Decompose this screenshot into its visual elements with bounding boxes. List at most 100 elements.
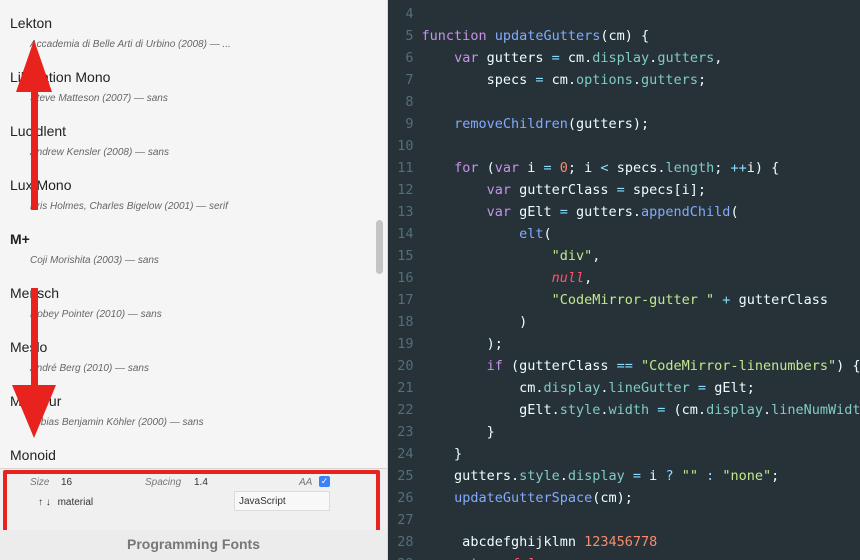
code-token: lineGutter [608,380,698,396]
line-number: 29 [388,553,413,560]
code-token: function [421,28,495,44]
line-number: 11 [397,160,414,176]
code-token: "CodeMirror-linenumbers" [641,358,837,374]
code-token: for [454,160,487,176]
size-value[interactable]: 16 [61,477,72,488]
app-title: Programming Fonts [0,530,387,560]
line-code: elt( [422,223,552,245]
line-code: } [422,421,495,443]
code-token: cm. [567,50,593,66]
font-list-item[interactable]: Liberation Mono Steve Matteson (2007) — s… [10,63,370,117]
line-code: ) [422,311,527,333]
code-token: specs [421,72,536,88]
code-token: display [706,402,763,418]
settings-panel: Size 16 Spacing 1.4 AA ✓ ↑ ↓ material Ja… [0,468,387,531]
code-token: updateGutters [494,28,601,44]
scroll-thumb[interactable] [376,220,383,274]
font-list-item[interactable]: Mensch Robey Pointer (2010) — sans [10,279,370,333]
line-number: 15 [397,248,414,264]
font-meta: Steve Matteson (2007) — sans [30,93,168,104]
font-list-scrollbar[interactable] [374,0,387,468]
code-token: display [543,380,601,396]
language-field[interactable]: JavaScript [234,491,330,511]
code-token: ; [771,468,780,484]
font-list-item[interactable]: Lucidlent Andrew Kensler (2008) — sans [10,117,370,171]
line-code: updateGutterSpace(cm); [422,487,633,509]
font-meta: Coji Morishita (2003) — sans [30,255,159,266]
code-token: ( [730,204,739,220]
font-meta: André Berg (2010) — sans [30,363,149,374]
code-token: var [454,50,487,66]
font-list: Lekton Accademia di Belle Arti di Urbino … [0,0,374,468]
code-token: var [486,204,520,220]
code-token: gutters [657,50,715,66]
line-number: 28 [397,534,414,550]
line-number: 25 [397,468,414,484]
app-window: Lekton Accademia di Belle Arti di Urbino … [0,0,860,560]
font-list-item[interactable]: Monofur Tobias Benjamin Köhler (2000) — s… [10,387,370,441]
spacing-value[interactable]: 1.4 [194,477,208,488]
code-token: 123456778 [584,534,658,550]
font-meta: Accademia di Belle Arti di Urbino (2008)… [30,39,231,50]
code-token: var [494,160,528,176]
code-token: : [706,468,723,484]
code-token: (gutters); [567,116,650,132]
aa-label: AA [299,477,313,488]
line-number: 19 [397,336,414,352]
code-token: = [559,204,576,220]
font-list-item[interactable]: Lekton Accademia di Belle Arti di Urbino … [10,9,370,63]
line-number: 12 [397,182,414,198]
font-list-item[interactable]: Meslo André Berg (2010) — sans [10,333,370,387]
font-sidebar: Lekton Accademia di Belle Arti di Urbino … [0,0,388,560]
line-number: 17 [397,292,414,308]
line-number: 13 [397,204,414,220]
code-token: gutters [641,72,698,88]
line-number: 16 [397,270,414,286]
font-list-item[interactable]: Monoid [10,441,370,468]
line-number: 5 [405,28,414,44]
code-token: (cm) { [600,28,650,44]
line-number: 14 [397,226,414,242]
font-list-item[interactable]: Lux Mono Kris Holmes, Charles Bigelow (20… [10,171,370,225]
code-token: = [616,182,633,198]
code-token: style [519,468,560,484]
theme-selector[interactable]: ↑ ↓ material [38,497,93,508]
code-token: gutters. [576,204,642,220]
font-meta: Robey Pointer (2010) — sans [30,309,162,320]
code-token: "CodeMirror-gutter " [551,292,715,308]
code-token: , [714,50,723,66]
code-token: appendChild [641,204,731,220]
code-token: = [551,50,568,66]
line-code: return false; [422,553,560,560]
line-number: 24 [397,446,414,462]
code-token: } [421,424,495,440]
font-name: Mensch [10,285,60,301]
line-code: } [422,443,462,465]
aa-checkbox[interactable]: ✓ [319,476,330,487]
line-code: for (var i = 0; i < specs.length; ++i) { [422,157,779,179]
code-token: gElt. [421,402,560,418]
code-token: . [559,468,568,484]
font-list-item[interactable]: M+ Coji Morishita (2003) — sans [10,225,370,279]
code-token: gElt; [714,380,755,396]
font-name: M+ [10,231,30,247]
code-token: ) { [836,358,860,374]
code-token: return [454,556,511,560]
code-token: length [665,160,715,176]
code-token: ( [486,160,495,176]
code-token: gutterClass [738,292,828,308]
code-editor[interactable]: 4 5 function updateGutters(cm) {6 var gutt… [387,0,860,560]
line-code: if (gutterClass == "CodeMirror-linenumbe… [422,355,860,377]
code-token: . [632,72,642,88]
code-token: ; i [567,160,601,176]
line-code: removeChildren(gutters); [422,113,650,135]
line-code: var gElt = gutters.appendChild( [422,201,739,223]
